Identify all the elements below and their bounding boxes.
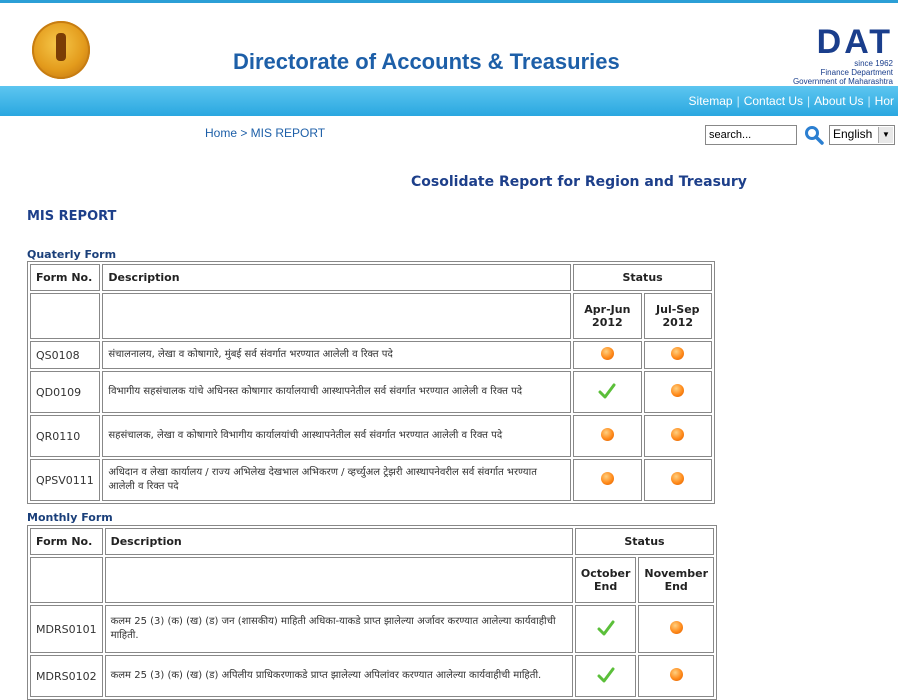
- empty-cell: [104, 557, 573, 603]
- nav-contact-link[interactable]: Contact Us: [744, 94, 803, 108]
- status-cell[interactable]: [638, 605, 714, 653]
- pending-status-icon[interactable]: [669, 621, 683, 634]
- table-row: QS0108 संचालनालय, लेखा व कोषागारे, मुंबई…: [30, 341, 712, 369]
- form-description: सहसंचालक, लेखा व कोषागारे विभागीय कार्या…: [102, 415, 572, 457]
- col-status: Status: [574, 528, 714, 555]
- form-code[interactable]: MDRS0101: [30, 605, 103, 653]
- breadcrumb[interactable]: Home > MIS REPORT: [205, 126, 325, 140]
- table-row: MDRS0101 कलम 25 (3) (क) (ख) (ड) जन (शासक…: [30, 605, 714, 653]
- quarterly-table: Form No. Description Status Apr-Jun 2012…: [27, 261, 715, 504]
- pending-status-icon[interactable]: [600, 347, 614, 360]
- form-code[interactable]: QR0110: [30, 415, 101, 457]
- status-cell[interactable]: [643, 341, 712, 369]
- quarterly-header-row: Form No. Description Status: [30, 264, 712, 291]
- chevron-down-icon[interactable]: ▼: [878, 127, 893, 143]
- form-code[interactable]: QPSV0111: [30, 459, 101, 501]
- done-check-icon[interactable]: [598, 382, 616, 400]
- status-cell[interactable]: [573, 415, 642, 457]
- search-input[interactable]: [705, 125, 797, 145]
- dat-logo-dept: Finance Department: [820, 68, 893, 77]
- table-row: QPSV0111 अधिदान व लेखा कार्यालय / राज्य …: [30, 459, 712, 501]
- nav-separator: |: [867, 94, 871, 108]
- site-header: Directorate of Accounts & Treasuries DAT…: [0, 0, 898, 86]
- monthly-header-row: Form No. Description Status: [30, 528, 714, 555]
- status-cell[interactable]: [643, 415, 712, 457]
- status-cell[interactable]: [573, 459, 642, 501]
- nav-separator: |: [807, 94, 811, 108]
- table-row: MDRS0102 कलम 25 (3) (क) (ख) (ड) अपिलीय प…: [30, 655, 714, 697]
- nav-separator: |: [736, 94, 740, 108]
- period-header: Apr-Jun 2012: [573, 293, 642, 339]
- pending-status-icon[interactable]: [671, 384, 685, 397]
- status-cell[interactable]: [573, 371, 642, 413]
- site-title: Directorate of Accounts & Treasuries: [233, 49, 620, 74]
- table-row: QR0110 सहसंचालक, लेखा व कोषागारे विभागीय…: [30, 415, 712, 457]
- status-cell[interactable]: [643, 371, 712, 413]
- empty-cell: [30, 557, 103, 603]
- status-cell[interactable]: [574, 655, 637, 697]
- col-form-no: Form No.: [30, 528, 103, 555]
- form-description: कलम 25 (3) (क) (ख) (ड) अपिलीय प्राधिकरणा…: [104, 655, 573, 697]
- mis-report-title: MIS REPORT: [27, 209, 117, 224]
- dat-logo-letters: DAT: [816, 23, 893, 61]
- monthly-table: Form No. Description Status October End …: [27, 525, 717, 700]
- maharashtra-emblem-icon: [32, 21, 90, 79]
- pending-status-icon[interactable]: [671, 347, 685, 360]
- pending-status-icon[interactable]: [669, 668, 683, 681]
- report-title: Cosolidate Report for Region and Treasur…: [411, 174, 747, 190]
- nav-sitemap-link[interactable]: Sitemap: [689, 94, 733, 108]
- period-header: October End: [574, 557, 637, 603]
- col-form-no: Form No.: [30, 264, 101, 291]
- period-header: November End: [638, 557, 714, 603]
- status-cell[interactable]: [573, 341, 642, 369]
- form-code[interactable]: MDRS0102: [30, 655, 103, 697]
- top-nav: Sitemap | Contact Us | About Us | Hor: [0, 86, 898, 116]
- form-description: संचालनालय, लेखा व कोषागारे, मुंबई सर्व स…: [102, 341, 572, 369]
- col-description: Description: [102, 264, 572, 291]
- quarterly-section-label: Quaterly Form: [27, 248, 117, 261]
- form-code[interactable]: QS0108: [30, 341, 101, 369]
- empty-cell: [102, 293, 572, 339]
- period-header: Jul-Sep 2012: [643, 293, 712, 339]
- dat-logo: DAT since 1962 Finance Department Govern…: [775, 25, 893, 86]
- dat-logo-gov: Government of Maharashtra: [792, 77, 893, 86]
- form-description: अधिदान व लेखा कार्यालय / राज्य अभिलेख दे…: [102, 459, 572, 501]
- subbar: Home > MIS REPORT English ▼: [0, 116, 898, 150]
- nav-about-link[interactable]: About Us: [814, 94, 863, 108]
- search-icon[interactable]: [804, 125, 824, 145]
- nav-home-link[interactable]: Hor: [875, 94, 894, 108]
- pending-status-icon[interactable]: [671, 428, 685, 441]
- language-select[interactable]: English ▼: [829, 125, 895, 145]
- done-check-icon[interactable]: [597, 666, 615, 684]
- nav-links: Sitemap | Contact Us | About Us | Hor: [689, 94, 894, 108]
- status-cell[interactable]: [574, 605, 637, 653]
- pending-status-icon[interactable]: [671, 472, 685, 485]
- col-description: Description: [104, 528, 573, 555]
- status-cell[interactable]: [643, 459, 712, 501]
- done-check-icon[interactable]: [597, 619, 615, 637]
- form-code[interactable]: QD0109: [30, 371, 101, 413]
- pending-status-icon[interactable]: [600, 472, 614, 485]
- col-status: Status: [573, 264, 712, 291]
- form-description: कलम 25 (3) (क) (ख) (ड) जन (शासकीय) माहित…: [104, 605, 573, 653]
- monthly-section-label: Monthly Form: [27, 511, 113, 524]
- pending-status-icon[interactable]: [600, 428, 614, 441]
- empty-cell: [30, 293, 101, 339]
- table-row: QD0109 विभागीय सहसंचालक यांचे अधिनस्त को…: [30, 371, 712, 413]
- quarterly-period-row: Apr-Jun 2012 Jul-Sep 2012: [30, 293, 712, 339]
- monthly-period-row: October End November End: [30, 557, 714, 603]
- form-description: विभागीय सहसंचालक यांचे अधिनस्त कोषागार क…: [102, 371, 572, 413]
- language-select-value: English: [833, 127, 873, 141]
- status-cell[interactable]: [638, 655, 714, 697]
